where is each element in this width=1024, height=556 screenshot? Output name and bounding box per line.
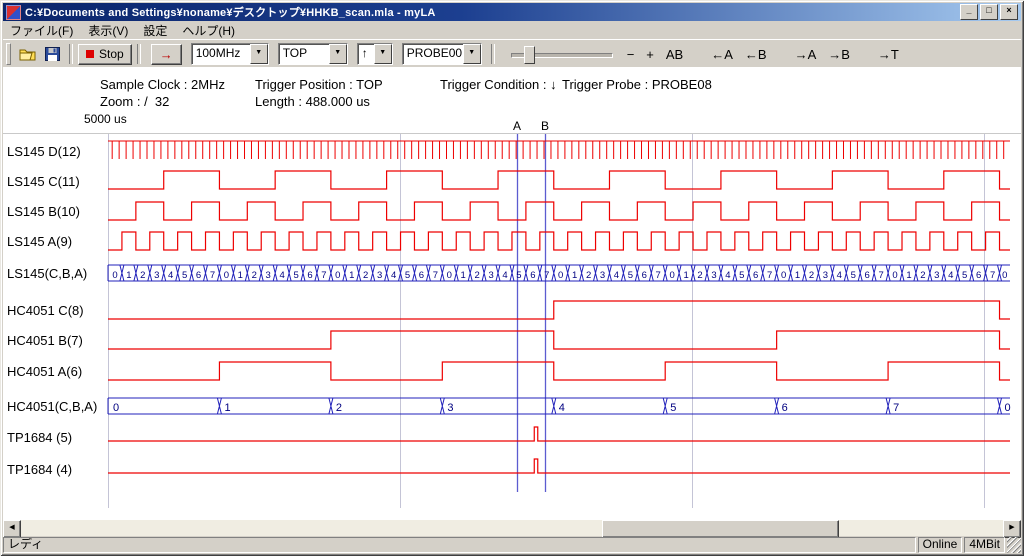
zoom-in-button[interactable]: +: [640, 45, 660, 64]
menu-bar: ファイル(F) 表示(V) 設定 ヘルプ(H): [3, 21, 1021, 39]
waveform-area[interactable]: [3, 67, 1021, 520]
ab-markers-button[interactable]: AB: [660, 45, 689, 64]
toolbar-separator: [491, 44, 495, 64]
goto-marker-a-left-button[interactable]: ←A: [705, 45, 739, 64]
goto-marker-a-right-button[interactable]: →A: [789, 45, 823, 64]
scrollbar-thumb[interactable]: [602, 520, 839, 538]
goto-marker-b-right-button[interactable]: →B: [822, 45, 856, 64]
toolbar: Stop → 100MHz ▼ TOP ▼ ↑ ▼ PROBE00 ▼ − + …: [3, 39, 1021, 69]
info-length: Length : 488.000 us: [255, 94, 370, 109]
trigger-position-value: TOP: [279, 44, 329, 64]
menu-settings[interactable]: 設定: [136, 20, 175, 41]
channel-label-8: HC4051 A(6): [7, 364, 82, 380]
channel-label-column: LS145 D(12) LS145 C(11) LS145 B(10) LS145 A…: [0, 0, 106, 556]
close-button[interactable]: ×: [1000, 4, 1018, 20]
channel-label-10: TP1684 (5): [7, 430, 72, 446]
scrollbar-track[interactable]: [21, 520, 1003, 536]
zoom-slider[interactable]: [509, 43, 615, 65]
menu-help[interactable]: ヘルプ(H): [175, 20, 243, 41]
trigger-probe-value: PROBE00: [403, 44, 463, 64]
window-title: C:¥Documents and Settings¥noname¥デスクトップ¥…: [25, 4, 960, 20]
title-bar[interactable]: C:¥Documents and Settings¥noname¥デスクトップ¥…: [3, 3, 1021, 21]
scroll-right-button[interactable]: ▶: [1003, 520, 1021, 538]
sample-clock-value: 100MHz: [192, 44, 250, 64]
sample-clock-select[interactable]: 100MHz ▼: [191, 43, 269, 65]
application-window: C:¥Documents and Settings¥noname¥デスクトップ¥…: [0, 0, 1024, 556]
trigger-probe-select[interactable]: PROBE00 ▼: [402, 43, 482, 65]
chevron-down-icon[interactable]: ▼: [250, 44, 268, 64]
status-online: Online: [918, 537, 963, 553]
channel-label-2: LS145 C(11): [7, 174, 80, 190]
channel-label-3: LS145 B(10): [7, 204, 80, 220]
maximize-button[interactable]: □: [980, 4, 998, 20]
goto-trigger-button[interactable]: →T: [872, 45, 905, 64]
trigger-edge-value: ↑: [358, 44, 374, 64]
chevron-down-icon[interactable]: ▼: [463, 44, 481, 64]
toolbar-separator: [137, 44, 141, 64]
window-controls: _ □ ×: [960, 4, 1018, 20]
goto-marker-b-left-button[interactable]: ←B: [739, 45, 773, 64]
channel-label-4: LS145 A(9): [7, 234, 72, 250]
info-sample-clock: Sample Clock : 2MHz: [100, 77, 225, 92]
resize-grip[interactable]: [1007, 537, 1021, 553]
info-trigger-condition: Trigger Condition : ↓: [440, 77, 557, 92]
status-message: レディ: [3, 537, 916, 553]
run-arrow-icon: →: [160, 47, 173, 62]
minimize-button[interactable]: _: [960, 4, 978, 20]
chevron-down-icon[interactable]: ▼: [374, 44, 392, 64]
chevron-down-icon[interactable]: ▼: [329, 44, 347, 64]
channel-label-1: LS145 D(12): [7, 144, 81, 160]
channel-label-9: HC4051(C,B,A): [7, 399, 97, 415]
channel-label-6: HC4051 C(8): [7, 303, 84, 319]
channel-label-7: HC4051 B(7): [7, 333, 83, 349]
trigger-edge-select[interactable]: ↑ ▼: [357, 43, 393, 65]
channel-label-5: LS145(C,B,A): [7, 266, 87, 282]
channel-label-11: TP1684 (4): [7, 462, 72, 478]
horizontal-scrollbar[interactable]: ◀ ▶: [3, 520, 1021, 536]
zoom-out-button[interactable]: −: [621, 45, 641, 64]
zoom-slider-thumb[interactable]: [524, 46, 535, 64]
run-button[interactable]: →: [151, 44, 182, 65]
trigger-position-select[interactable]: TOP ▼: [278, 43, 348, 65]
status-memory: 4MBit: [964, 537, 1005, 553]
status-bar: レディ Online 4MBit: [3, 537, 1021, 553]
info-zoom: Zoom : / 32: [100, 94, 169, 109]
scroll-left-button[interactable]: ◀: [3, 520, 21, 538]
info-trigger-position: Trigger Position : TOP: [255, 77, 383, 92]
info-trigger-probe: Trigger Probe : PROBE08: [562, 77, 712, 92]
